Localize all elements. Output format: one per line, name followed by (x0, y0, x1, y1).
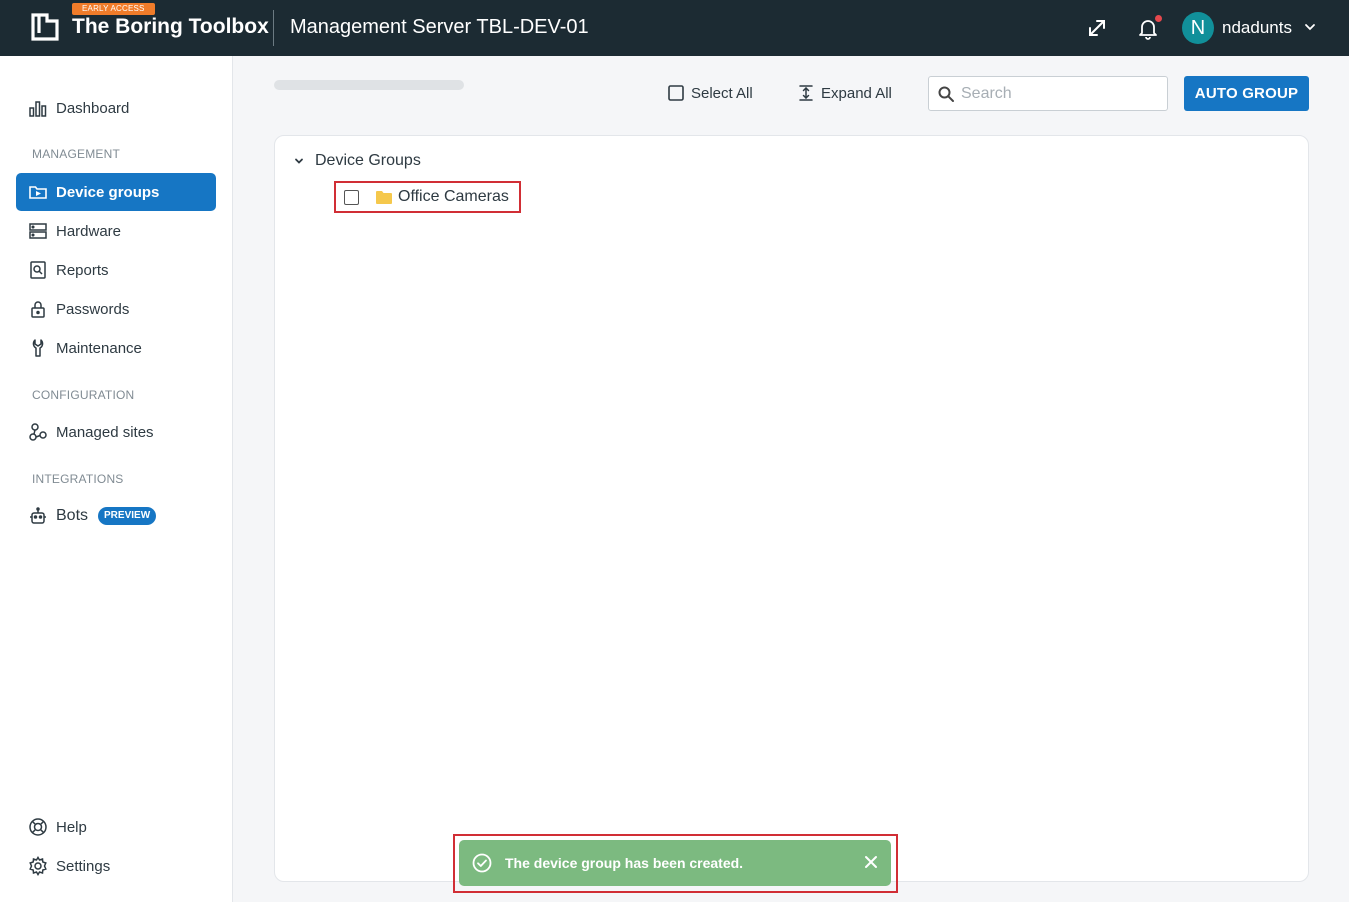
sidebar-item-label: Device groups (56, 183, 160, 201)
lifebuoy-icon (29, 818, 47, 836)
server-icon (29, 223, 47, 239)
avatar[interactable]: N (1182, 12, 1214, 44)
sidebar-item-maintenance[interactable]: Maintenance (16, 329, 216, 367)
expand-all-label: Expand All (821, 84, 892, 102)
lock-icon (31, 301, 45, 318)
expand-arrows-icon[interactable] (1085, 16, 1109, 40)
sidebar-item-label: Reports (56, 261, 109, 279)
gear-icon (29, 856, 47, 876)
close-icon[interactable] (863, 854, 879, 870)
sidebar-item-label: Dashboard (56, 99, 130, 117)
sidebar-item-label: Help (56, 818, 87, 836)
sidebar-item-managed-sites[interactable]: Managed sites (16, 413, 216, 451)
sidebar-item-settings[interactable]: Settings (16, 847, 216, 885)
sites-network-icon (29, 423, 47, 441)
sidebar-item-dashboard[interactable]: Dashboard (16, 89, 216, 127)
sidebar-item-label: Passwords (56, 300, 130, 318)
sidebar-item-help[interactable]: Help (16, 808, 216, 846)
tree-item-checkbox[interactable] (344, 189, 359, 205)
preview-badge: PREVIEW (98, 507, 157, 525)
search-input[interactable] (961, 84, 1151, 103)
sidebar-item-bots[interactable]: Bots PREVIEW (16, 497, 216, 535)
tree-item-label: Office Cameras (398, 188, 509, 205)
success-toast: The device group has been created. (459, 840, 891, 886)
search-icon (938, 86, 954, 102)
check-circle-icon (472, 853, 492, 873)
sidebar-item-hardware[interactable]: Hardware (16, 212, 216, 250)
sidebar-item-label: Settings (56, 857, 111, 875)
search-field[interactable] (928, 76, 1168, 111)
section-label-configuration: CONFIGURATION (32, 388, 135, 402)
section-label-management: MANAGEMENT (32, 147, 121, 161)
robot-icon (30, 507, 46, 524)
sidebar: Dashboard MANAGEMENT Device groups Hardw… (0, 56, 233, 902)
username[interactable]: ndadunts (1222, 18, 1292, 38)
select-all-label: Select All (691, 84, 753, 102)
folder-icon (376, 190, 392, 204)
tree-root-device-groups[interactable]: Device Groups (292, 150, 421, 172)
sidebar-item-label: Hardware (56, 222, 122, 240)
toolbox-logo-icon[interactable] (30, 12, 60, 42)
auto-group-button[interactable]: AUTO GROUP (1184, 76, 1309, 111)
sidebar-item-label: Bots (56, 507, 89, 524)
expand-all-button[interactable]: Expand All (797, 82, 892, 104)
section-label-integrations: INTEGRATIONS (32, 472, 124, 486)
checkbox-icon (668, 85, 684, 101)
chevron-down-icon[interactable] (292, 154, 306, 168)
sidebar-item-passwords[interactable]: Passwords (16, 290, 216, 328)
device-folder-icon (29, 186, 47, 199)
brand-name[interactable]: The Boring Toolbox (72, 15, 269, 39)
wrench-icon (32, 339, 44, 357)
top-bar: EARLY ACCESS The Boring Toolbox Manageme… (0, 0, 1349, 56)
header-divider (273, 10, 274, 46)
chevron-down-icon[interactable] (1303, 20, 1317, 34)
sidebar-item-reports[interactable]: Reports (16, 251, 216, 289)
tree-root-label: Device Groups (315, 152, 421, 169)
tree-item-office-cameras[interactable]: Office Cameras (334, 181, 521, 213)
bar-chart-icon (29, 101, 47, 117)
notification-dot (1155, 15, 1162, 22)
sidebar-item-label: Managed sites (56, 423, 154, 441)
early-access-badge: EARLY ACCESS (72, 3, 155, 15)
select-all-button[interactable]: Select All (667, 82, 753, 104)
loading-placeholder (274, 80, 464, 90)
device-groups-panel (274, 135, 1309, 882)
toast-message: The device group has been created. (505, 855, 744, 871)
sidebar-item-label: Maintenance (56, 339, 142, 357)
server-title: Management Server TBL-DEV-01 (290, 16, 589, 38)
sidebar-item-device-groups[interactable]: Device groups (16, 173, 216, 211)
report-icon (30, 261, 46, 279)
expand-vertical-icon (799, 85, 813, 101)
